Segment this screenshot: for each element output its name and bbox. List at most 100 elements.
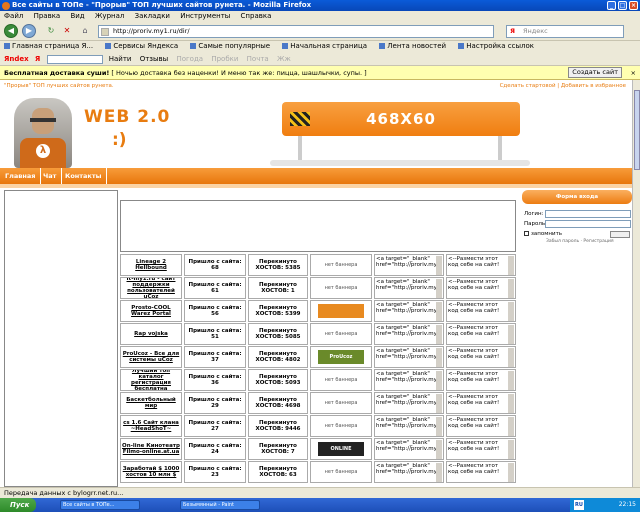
login-button[interactable]	[610, 231, 630, 238]
login-field[interactable]	[545, 210, 631, 218]
reload-icon[interactable]: ↻	[44, 24, 58, 38]
task-paint[interactable]: Безымянный - Paint	[180, 500, 260, 510]
menu-history[interactable]: Журнал	[95, 12, 124, 20]
site-link[interactable]: Lineage 2 Hellbound	[122, 259, 180, 271]
place-textarea[interactable]: <--Размести этот код себе на сайт!	[446, 392, 516, 414]
site-link[interactable]: Лучший топ каталог регистрация бесплатна	[122, 370, 180, 390]
bookmark-item[interactable]: Начальная страница	[282, 42, 367, 50]
back-icon[interactable]: ◀	[4, 24, 18, 38]
create-site-button[interactable]: Создать сайт	[568, 67, 622, 78]
menu-home[interactable]: Главная	[0, 168, 42, 184]
textarea-scrollbar[interactable]	[508, 371, 514, 390]
menu-chat[interactable]: Чат	[38, 168, 63, 184]
start-button[interactable]: Пуск	[0, 498, 36, 512]
menu-help[interactable]: Справка	[241, 12, 272, 20]
textarea-scrollbar[interactable]	[436, 440, 442, 459]
site-link[interactable]: Rap vojska	[134, 331, 168, 337]
menu-tools[interactable]: Инструменты	[180, 12, 230, 20]
textarea-scrollbar[interactable]	[436, 417, 442, 436]
yandex-search-input[interactable]	[46, 54, 103, 64]
menu-bookmarks[interactable]: Закладки	[135, 12, 170, 20]
textarea-scrollbar[interactable]	[436, 371, 442, 390]
page-scrollbar[interactable]	[632, 80, 640, 487]
site-button-image[interactable]: ONLINE	[318, 442, 364, 456]
place-textarea[interactable]: <--Размести этот код себе на сайт!	[446, 254, 516, 276]
bookmark-item[interactable]: Настройка ссылок	[458, 42, 534, 50]
code-textarea[interactable]: <a target="_blank" href="http://proriv.m…	[374, 415, 444, 437]
login-links[interactable]: Забыл пароль · Регистрация	[546, 239, 614, 244]
maximize-button[interactable]: □	[618, 1, 627, 10]
yandex-mail[interactable]: Почта	[247, 55, 269, 63]
menu-file[interactable]: Файл	[4, 12, 23, 20]
menu-contacts[interactable]: Контакты	[60, 168, 108, 184]
textarea-scrollbar[interactable]	[508, 279, 514, 298]
site-button-image[interactable]	[318, 304, 364, 318]
place-textarea[interactable]: <--Размести этот код себе на сайт!	[446, 438, 516, 460]
place-textarea[interactable]: <--Размести этот код себе на сайт!	[446, 300, 516, 322]
banner-placeholder[interactable]: 468X60	[282, 102, 520, 136]
code-textarea[interactable]: <a target="_blank" href="http://proriv.m…	[374, 346, 444, 368]
bookmark-item[interactable]: Лента новостей	[379, 42, 446, 50]
home-icon[interactable]: ⌂	[78, 24, 92, 38]
bookmark-item[interactable]: Самые популярные	[190, 42, 270, 50]
textarea-scrollbar[interactable]	[508, 325, 514, 344]
yandex-weather[interactable]: Погода	[176, 55, 203, 63]
language-indicator[interactable]: RU	[574, 500, 584, 510]
remember-checkbox[interactable]: запомнить	[524, 231, 562, 237]
yandex-logo[interactable]: Яndex	[4, 55, 29, 63]
scrollbar-thumb[interactable]	[634, 90, 640, 170]
site-link[interactable]: Баскетбольный мир	[122, 397, 180, 409]
code-textarea[interactable]: <a target="_blank" href="http://proriv.m…	[374, 277, 444, 299]
close-icon[interactable]: ×	[631, 66, 636, 80]
url-bar[interactable]: http://proriv.my1.ru/dir/	[98, 25, 494, 38]
place-textarea[interactable]: <--Размести этот код себе на сайт!	[446, 369, 516, 391]
place-textarea[interactable]: <--Размести этот код себе на сайт!	[446, 277, 516, 299]
site-link[interactable]: Prosto-COOL Warez Portal	[122, 305, 180, 317]
textarea-scrollbar[interactable]	[508, 256, 514, 275]
place-textarea[interactable]: <--Размести этот код себе на сайт!	[446, 323, 516, 345]
textarea-scrollbar[interactable]	[508, 302, 514, 321]
site-link[interactable]: It-my1.ru - сайт поддержки пользователей…	[122, 278, 180, 298]
textarea-scrollbar[interactable]	[436, 256, 442, 275]
place-textarea[interactable]: <--Размести этот код себе на сайт!	[446, 346, 516, 368]
textarea-scrollbar[interactable]	[436, 394, 442, 413]
textarea-scrollbar[interactable]	[436, 325, 442, 344]
site-link[interactable]: On-line Кинотеатр Filmo-online.at.ua	[122, 443, 180, 455]
textarea-scrollbar[interactable]	[436, 302, 442, 321]
code-textarea[interactable]: <a target="_blank" href="http://proriv.m…	[374, 323, 444, 345]
site-link[interactable]: Заработай $ 1000 хостов 10 млн $	[122, 466, 180, 478]
minimize-button[interactable]: _	[607, 1, 616, 10]
code-textarea[interactable]: <a target="_blank" href="http://proriv.m…	[374, 300, 444, 322]
menu-view[interactable]: Вид	[70, 12, 84, 20]
yandex-lj[interactable]: Жж	[277, 55, 291, 63]
site-link[interactable]: cs 1.6 Сайт клана ~HeadShoT~	[122, 420, 180, 432]
yandex-traffic[interactable]: Пробки	[211, 55, 238, 63]
textarea-scrollbar[interactable]	[436, 348, 442, 367]
site-top-links[interactable]: Сделать стартовой | Добавить в избранное	[500, 83, 626, 89]
place-textarea[interactable]: <--Размести этот код себе на сайт!	[446, 461, 516, 483]
search-input[interactable]: Я Яндекс	[506, 25, 624, 38]
textarea-scrollbar[interactable]	[436, 279, 442, 298]
close-button[interactable]: ×	[629, 1, 638, 10]
stop-icon[interactable]: ✕	[60, 24, 74, 38]
site-button-image[interactable]: ProUcoz	[318, 350, 364, 364]
task-firefox[interactable]: Все сайты в ТОПе...	[60, 500, 140, 510]
site-tagline[interactable]: "Прорыв" ТОП лучших сайтов рунета.	[4, 83, 114, 89]
code-textarea[interactable]: <a target="_blank" href="http://proriv.m…	[374, 392, 444, 414]
bookmark-item[interactable]: Сервисы Яндекса	[105, 42, 178, 50]
password-field[interactable]	[545, 220, 631, 228]
yandex-reviews-button[interactable]: Отзывы	[140, 55, 169, 63]
code-textarea[interactable]: <a target="_blank" href="http://proriv.m…	[374, 438, 444, 460]
place-textarea[interactable]: <--Размести этот код себе на сайт!	[446, 415, 516, 437]
bookmark-item[interactable]: Главная страница Я...	[4, 42, 93, 50]
textarea-scrollbar[interactable]	[508, 463, 514, 482]
textarea-scrollbar[interactable]	[508, 348, 514, 367]
code-textarea[interactable]: <a target="_blank" href="http://proriv.m…	[374, 254, 444, 276]
forward-icon[interactable]: ▶	[22, 24, 36, 38]
code-textarea[interactable]: <a target="_blank" href="http://proriv.m…	[374, 461, 444, 483]
textarea-scrollbar[interactable]	[436, 463, 442, 482]
textarea-scrollbar[interactable]	[508, 394, 514, 413]
code-textarea[interactable]: <a target="_blank" href="http://proriv.m…	[374, 369, 444, 391]
textarea-scrollbar[interactable]	[508, 417, 514, 436]
textarea-scrollbar[interactable]	[508, 440, 514, 459]
